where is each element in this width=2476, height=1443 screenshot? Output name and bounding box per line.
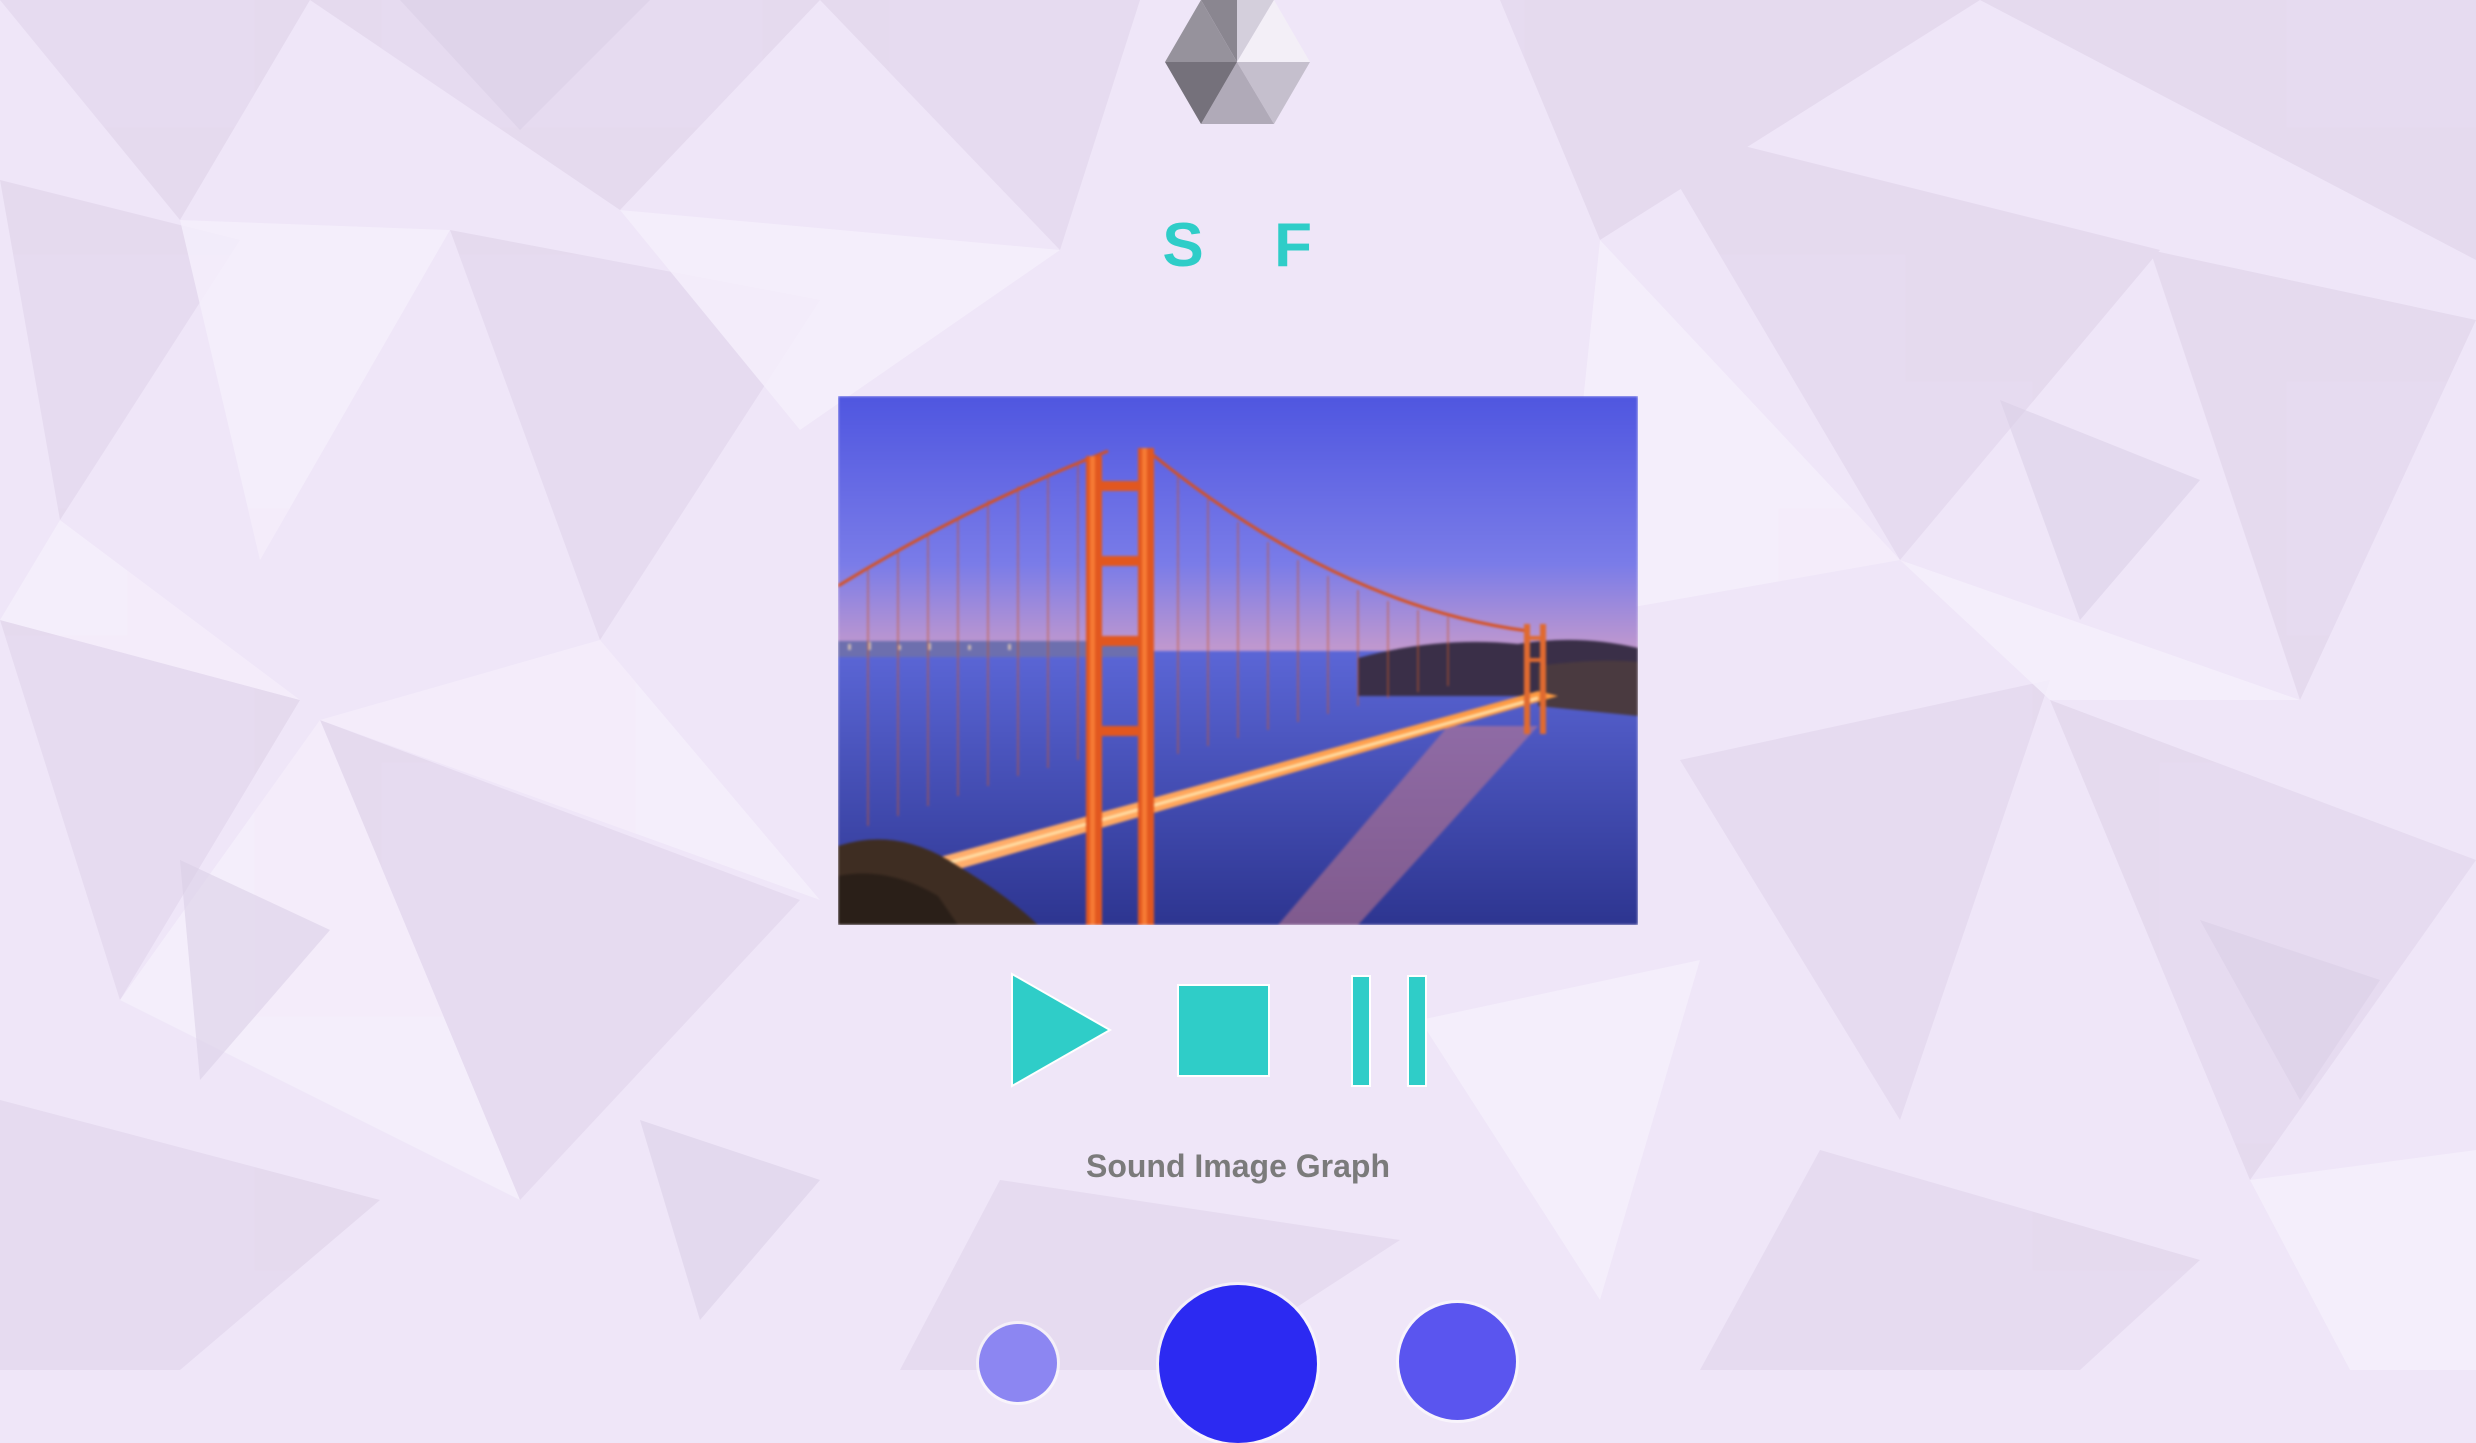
circle-button-large[interactable] (1159, 1285, 1317, 1443)
circle-button-small[interactable] (979, 1324, 1057, 1402)
app-title: SF (0, 210, 2476, 281)
title-letter-f: F (1274, 211, 1312, 280)
pause-icon[interactable] (1350, 974, 1430, 1088)
title-letter-s: S (1162, 211, 1204, 280)
circle-button-medium[interactable] (1399, 1303, 1516, 1420)
media-controls (0, 972, 2476, 1090)
hexagon-logo-icon (1165, 0, 1310, 124)
bridge-photo (838, 396, 1638, 925)
graph-caption: Sound Image Graph (1085, 1148, 1391, 1184)
play-icon[interactable] (1010, 972, 1112, 1088)
stop-icon[interactable] (1177, 984, 1270, 1077)
